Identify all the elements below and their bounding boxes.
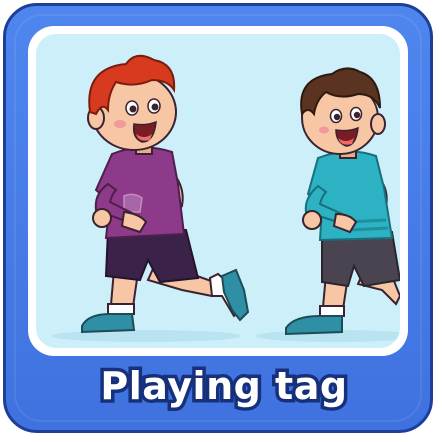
left-boy-back-shoe [220,268,250,322]
card-caption: Playing tag [97,361,351,412]
activity-card[interactable]: Playing tag [3,3,433,433]
right-boy [285,67,400,336]
picture-frame [28,26,408,356]
illustration [36,34,400,348]
left-boy [81,54,250,334]
right-boy-front-shoe [285,315,343,336]
left-boy-shadow [51,330,241,342]
left-boy-front-shoe [81,313,136,334]
illustration-canvas [51,54,400,342]
